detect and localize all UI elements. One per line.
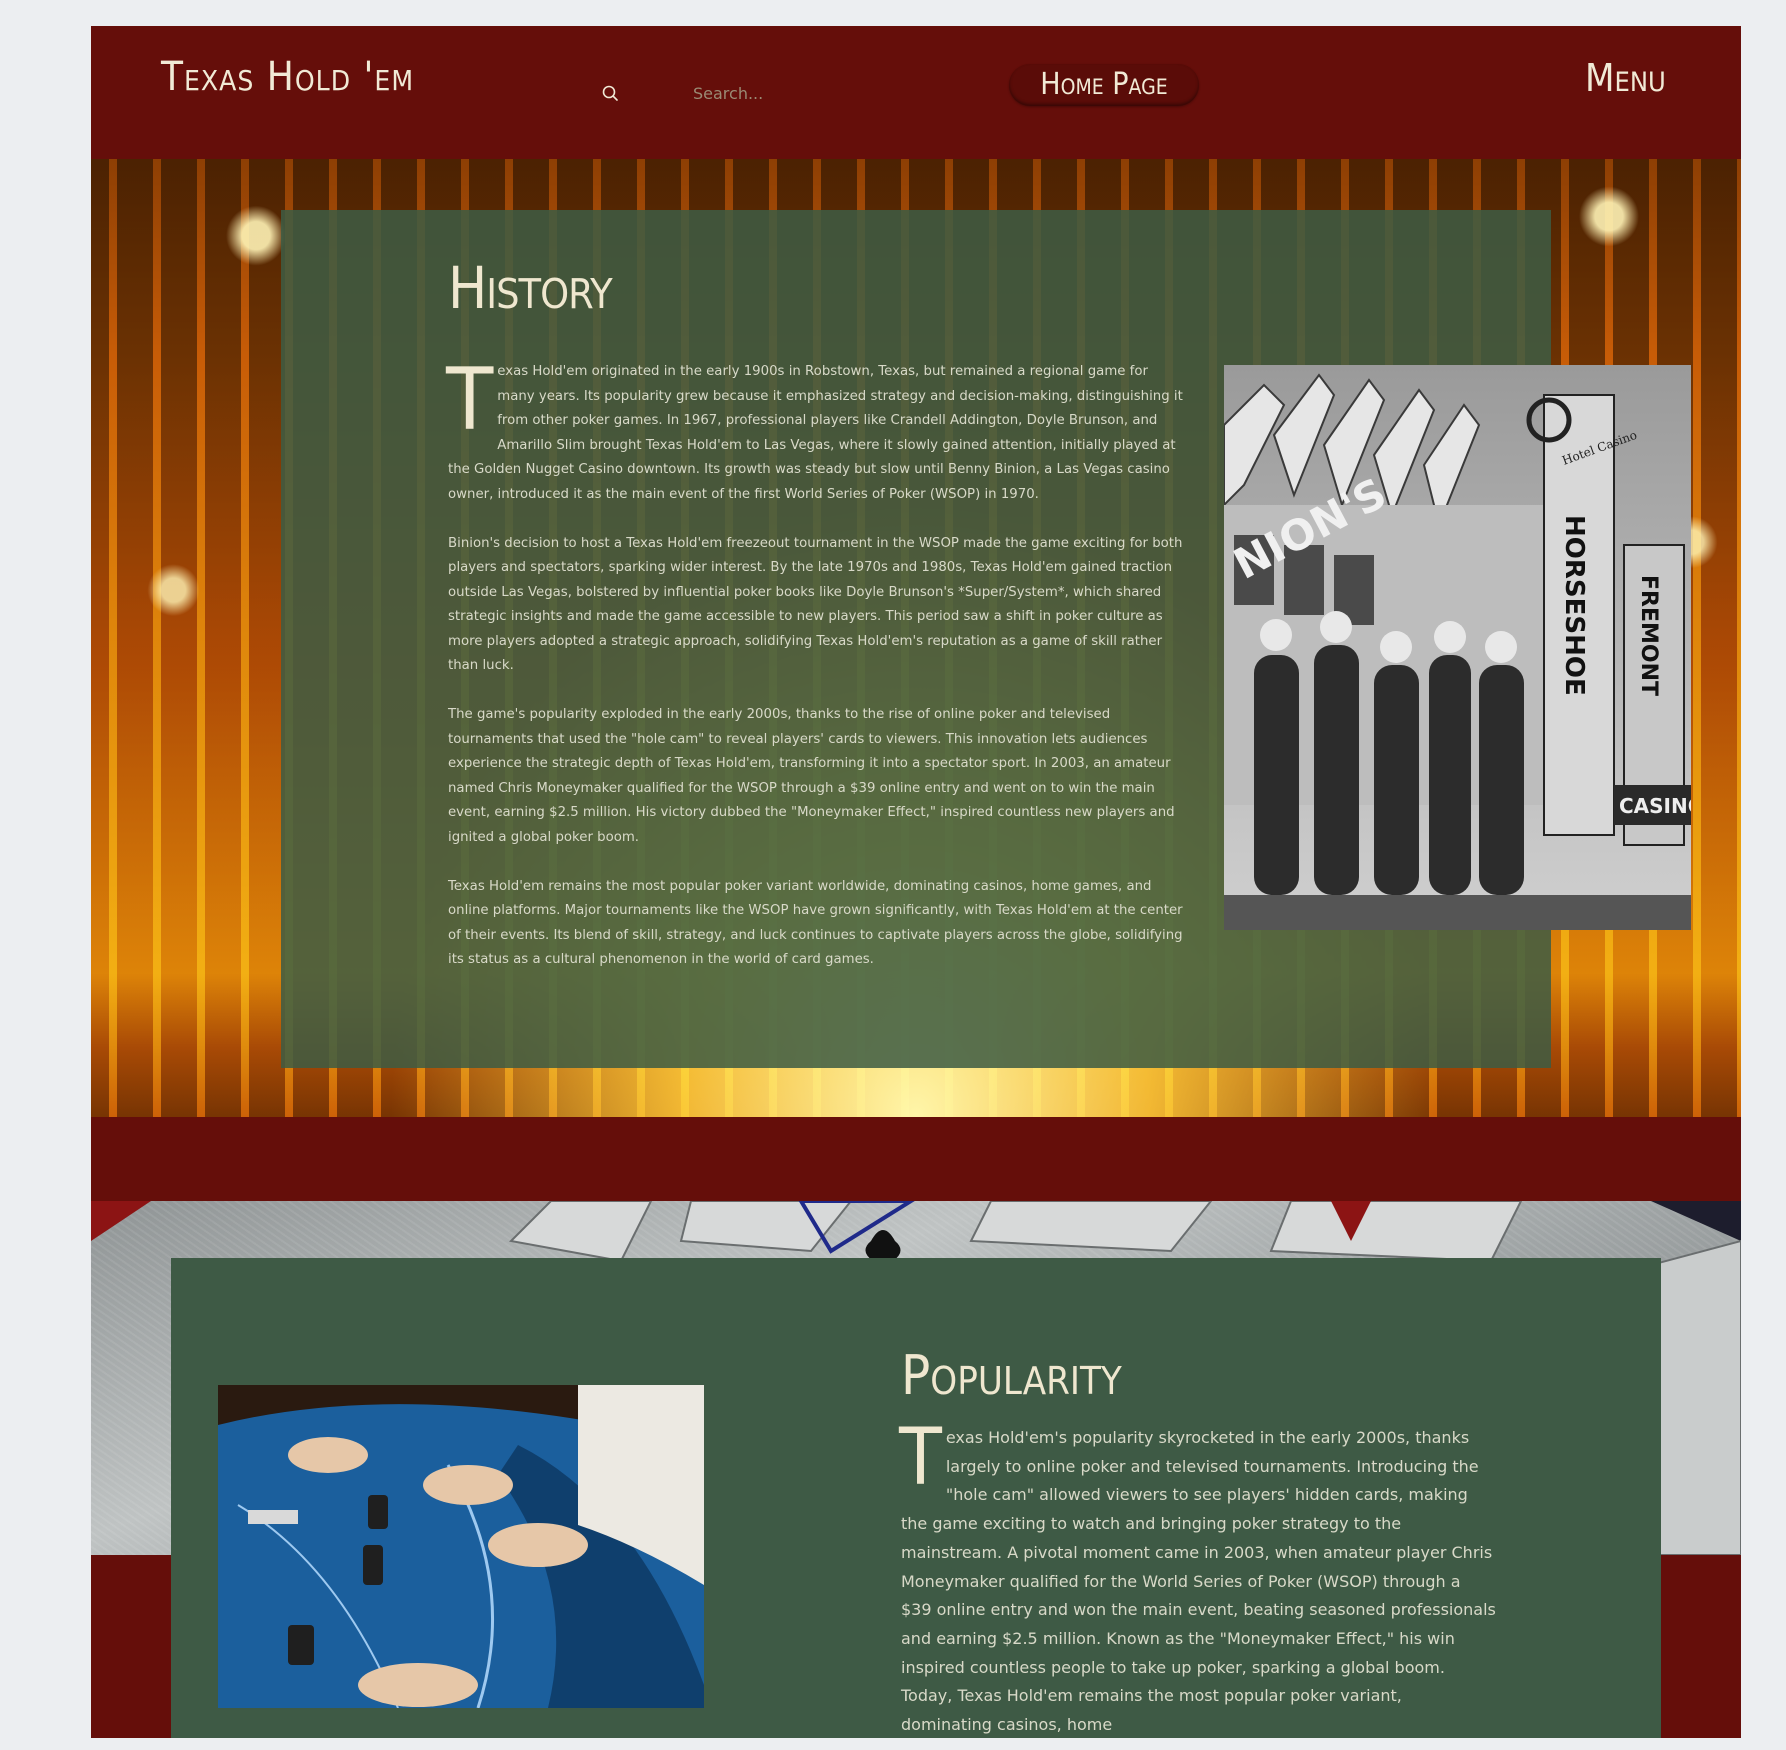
popularity-body: Texas Hold'em's popularity skyrocketed i… xyxy=(899,1413,1496,1738)
site-title[interactable]: Texas Hold 'em xyxy=(161,54,414,100)
history-paragraph: Texas Hold'em originated in the early 19… xyxy=(446,350,1183,502)
home-page-button[interactable]: Home Page xyxy=(1009,64,1199,106)
poker-table-illustration xyxy=(218,1385,704,1708)
search-input[interactable] xyxy=(691,78,895,108)
popularity-paragraph: exas Hold'em's popularity skyrocketed in… xyxy=(901,1428,1496,1735)
popularity-dropcap: T xyxy=(899,1413,942,1503)
sign-fremont: FREMONT xyxy=(1636,575,1661,696)
menu-button[interactable]: Menu xyxy=(1585,56,1666,100)
history-body: Texas Hold'em originated in the early 19… xyxy=(446,350,1183,997)
sign-horseshoe: HORSESHOE xyxy=(1559,515,1589,696)
divider-band xyxy=(91,1117,1741,1201)
history-paragraph: Texas Hold'em remains the most popular p… xyxy=(448,878,1183,968)
sign-casino: CASINO xyxy=(1619,794,1691,818)
history-dropcap: T xyxy=(446,350,494,450)
site-header: Texas Hold 'em Home Page Menu xyxy=(91,26,1741,159)
popularity-title: Popularity xyxy=(901,1344,1122,1407)
history-paragraph: Binion's decision to host a Texas Hold'e… xyxy=(448,535,1183,674)
history-title: History xyxy=(448,254,613,322)
casino-photo: NION'S HORSESHOE FREMONT CASINO Hotel Ca… xyxy=(1224,365,1691,930)
search-icon[interactable] xyxy=(601,84,621,104)
history-paragraph: The game's popularity exploded in the ea… xyxy=(448,707,1175,845)
page: Texas Hold 'em Home Page Menu History Te… xyxy=(91,26,1741,1738)
casino-photo-illustration: NION'S HORSESHOE FREMONT CASINO Hotel Ca… xyxy=(1224,365,1691,930)
poker-table-photo xyxy=(218,1385,704,1708)
search-bar[interactable] xyxy=(601,76,901,110)
